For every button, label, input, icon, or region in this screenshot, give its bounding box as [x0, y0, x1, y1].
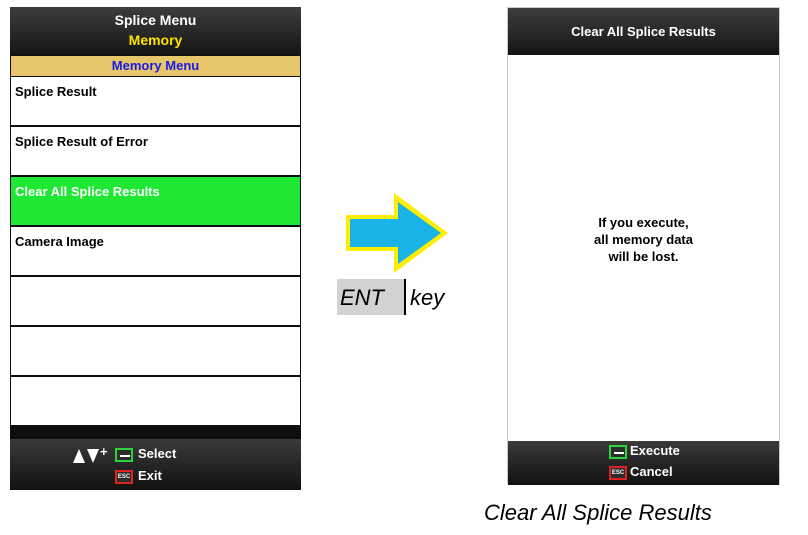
splice-menu-screen: Splice Menu Memory Memory Menu Splice Re…	[10, 7, 301, 490]
screen-title: Splice Menu	[114, 12, 197, 28]
caption: Clear All Splice Results	[484, 500, 712, 525]
clear-all-results-screen: Clear All Splice Results If you execute,…	[507, 7, 780, 485]
esc-key-icon: ESC	[115, 470, 133, 484]
up-down-arrows-icon	[73, 449, 99, 463]
menu-item-splice-result-of-error[interactable]: Splice Result of Error	[11, 127, 300, 175]
esc-key-icon: ESC	[609, 466, 627, 480]
menu-item-empty	[11, 277, 300, 325]
cancel-label: Cancel	[630, 464, 673, 479]
enter-key-icon	[115, 448, 133, 462]
memory-menu-header: Memory Menu	[11, 56, 300, 76]
message-line: If you execute,	[598, 215, 689, 230]
menu-item-empty	[11, 327, 300, 375]
menu-item-empty	[11, 377, 300, 425]
message-line: will be lost.	[608, 249, 679, 264]
menu-item-splice-result[interactable]: Splice Result	[11, 77, 300, 125]
screen-footer: Execute ESC Cancel	[508, 441, 779, 485]
menu-item-label: Camera Image	[15, 234, 104, 249]
execute-label: Execute	[630, 443, 680, 458]
menu-item-label: Splice Result of Error	[15, 134, 148, 149]
ent-key-label: ENT	[337, 279, 406, 315]
screen-footer: + Select ESC Exit	[10, 439, 301, 490]
message-line: all memory data	[594, 232, 693, 247]
right-arrow-icon	[346, 193, 448, 273]
menu-item-label: Clear All Splice Results	[15, 184, 160, 199]
screen-header: Splice Menu Memory	[10, 7, 301, 55]
menu-item-clear-all-splice-results[interactable]: Clear All Splice Results	[11, 177, 300, 225]
menu-item-camera-image[interactable]: Camera Image	[11, 227, 300, 275]
select-label: Select	[138, 446, 177, 461]
screen-subtitle: Memory	[128, 32, 183, 48]
screen-title: Clear All Splice Results	[508, 8, 779, 55]
key-word: key	[410, 285, 445, 310]
enter-key-icon	[609, 445, 627, 459]
plus-sign: +	[100, 444, 108, 459]
menu-item-label: Splice Result	[15, 84, 97, 99]
exit-label: Exit	[138, 468, 162, 483]
